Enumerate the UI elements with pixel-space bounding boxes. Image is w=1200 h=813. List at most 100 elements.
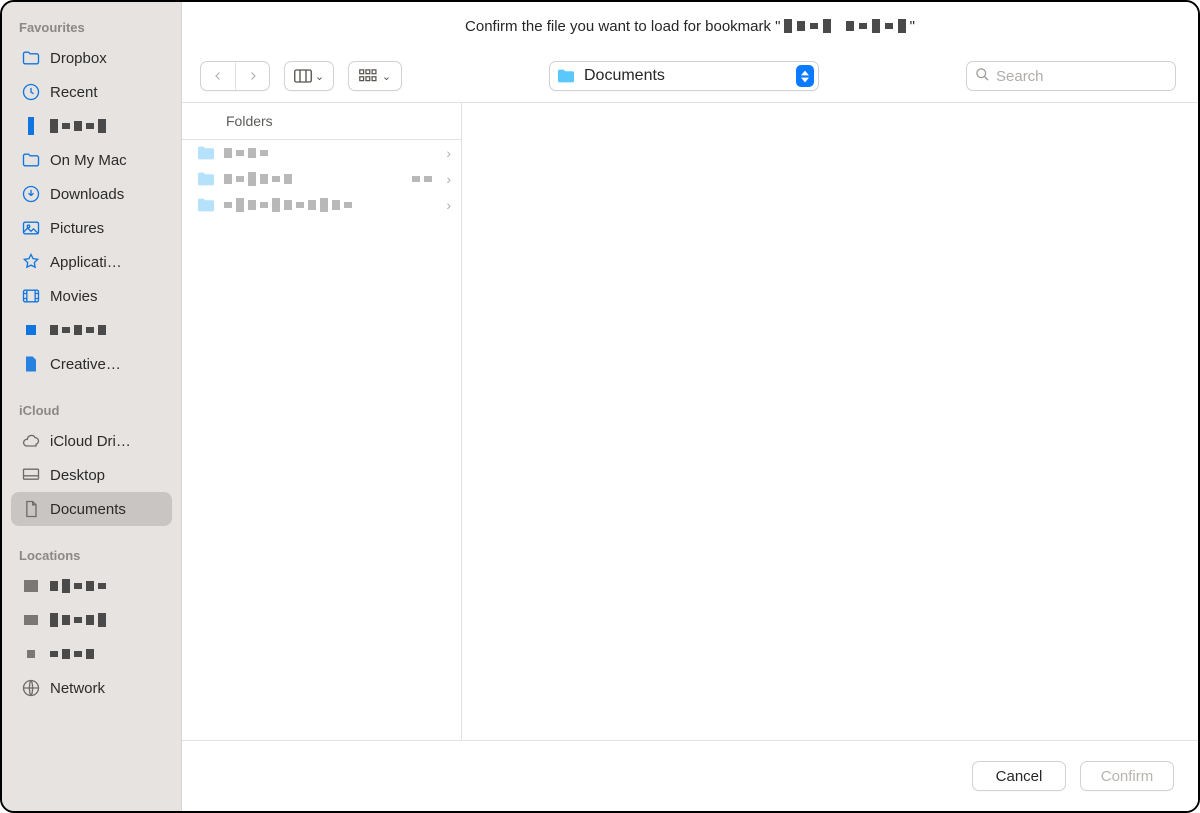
sidebar-item-pictures[interactable]: Pictures bbox=[11, 211, 172, 245]
sidebar-section-title: Locations bbox=[11, 544, 172, 569]
clock-icon bbox=[21, 82, 41, 102]
download-icon bbox=[21, 184, 41, 204]
folder-row[interactable]: › bbox=[182, 140, 461, 166]
search-input[interactable] bbox=[996, 68, 1167, 85]
sidebar-item-icloud-drive[interactable]: iCloud Dri… bbox=[11, 424, 172, 458]
cloud-icon bbox=[21, 431, 41, 451]
sidebar-item-label: Movies bbox=[50, 288, 162, 305]
folder-icon bbox=[196, 171, 216, 187]
group-by-button[interactable]: ⌄ bbox=[348, 61, 402, 91]
redacted-icon bbox=[21, 576, 41, 596]
back-button[interactable] bbox=[201, 62, 235, 90]
sidebar-item-label: Pictures bbox=[50, 220, 162, 237]
movies-icon bbox=[21, 286, 41, 306]
desktop-icon bbox=[21, 465, 41, 485]
redacted-icon bbox=[21, 610, 41, 630]
sidebar-item-documents[interactable]: Documents bbox=[11, 492, 172, 526]
sidebar-item-recent[interactable]: Recent bbox=[11, 75, 172, 109]
sidebar-item-label: Network bbox=[50, 680, 162, 697]
sidebar-item-label: Downloads bbox=[50, 186, 162, 203]
chevron-right-icon: › bbox=[446, 197, 451, 213]
sidebar-item-label bbox=[50, 647, 162, 661]
sidebar-item-label: Applicati… bbox=[50, 254, 162, 271]
sidebar-section-locations: Locations bbox=[11, 544, 172, 705]
toolbar: ⌄ ⌄ Documents bbox=[182, 50, 1198, 102]
folder-icon bbox=[196, 145, 216, 161]
sidebar-item-downloads[interactable]: Downloads bbox=[11, 177, 172, 211]
sidebar-item-redacted[interactable] bbox=[11, 109, 172, 143]
sidebar-section-title: iCloud bbox=[11, 399, 172, 424]
sidebar-item-label: Creative… bbox=[50, 356, 162, 373]
chevron-right-icon: › bbox=[446, 171, 451, 187]
file-dialog-window: Favourites Dropbox Recent bbox=[0, 0, 1200, 813]
folder-row-label bbox=[224, 172, 404, 186]
folder-icon bbox=[556, 68, 576, 84]
chevron-down-icon: ⌄ bbox=[315, 70, 324, 83]
forward-button[interactable] bbox=[235, 62, 269, 90]
sidebar-item-redacted[interactable] bbox=[11, 313, 172, 347]
confirm-button[interactable]: Confirm bbox=[1080, 761, 1174, 791]
sidebar-item-redacted[interactable] bbox=[11, 569, 172, 603]
column-empty bbox=[462, 103, 1198, 740]
redacted-icon bbox=[21, 320, 41, 340]
sidebar-section-icloud: iCloud iCloud Dri… Desktop Documents bbox=[11, 399, 172, 526]
sidebar-item-applications[interactable]: Applicati… bbox=[11, 245, 172, 279]
document-icon bbox=[21, 499, 41, 519]
title-prefix: Confirm the file you want to load for bo… bbox=[465, 18, 780, 35]
folder-row-label bbox=[224, 198, 438, 212]
sidebar-item-label: On My Mac bbox=[50, 152, 162, 169]
sidebar-item-redacted[interactable] bbox=[11, 603, 172, 637]
title-suffix: " bbox=[910, 18, 915, 35]
sidebar-item-label: Documents bbox=[50, 501, 162, 518]
column-header: Folders bbox=[182, 103, 461, 140]
path-label: Documents bbox=[584, 67, 788, 85]
grid-group-icon: ⌄ bbox=[349, 62, 401, 90]
path-popup[interactable]: Documents bbox=[549, 61, 819, 91]
sidebar-item-on-my-mac[interactable]: On My Mac bbox=[11, 143, 172, 177]
folder-row[interactable]: › bbox=[182, 192, 461, 218]
sidebar-item-label: Dropbox bbox=[50, 50, 162, 67]
search-icon bbox=[975, 67, 990, 86]
sidebar-item-label bbox=[50, 579, 162, 593]
sidebar-section-title: Favourites bbox=[11, 16, 172, 41]
folder-icon bbox=[21, 48, 41, 68]
applications-icon bbox=[21, 252, 41, 272]
folder-icon bbox=[21, 150, 41, 170]
columns-view-icon: ⌄ bbox=[285, 62, 333, 90]
pictures-icon bbox=[21, 218, 41, 238]
dialog-footer: Cancel Confirm bbox=[182, 741, 1198, 811]
sidebar-item-label bbox=[50, 613, 162, 627]
folder-row-label bbox=[224, 146, 438, 160]
title-bookmark-redacted bbox=[784, 19, 905, 33]
nav-segmented bbox=[200, 61, 270, 91]
redacted-icon bbox=[21, 116, 41, 136]
sidebar-item-label: Recent bbox=[50, 84, 162, 101]
column-browser: Folders › bbox=[182, 102, 1198, 741]
sidebar-item-network[interactable]: Network bbox=[11, 671, 172, 705]
sidebar-item-redacted[interactable] bbox=[11, 637, 172, 671]
view-columns-button[interactable]: ⌄ bbox=[284, 61, 334, 91]
sidebar-item-label: iCloud Dri… bbox=[50, 433, 162, 450]
sidebar-section-favourites: Favourites Dropbox Recent bbox=[11, 16, 172, 381]
sidebar-item-desktop[interactable]: Desktop bbox=[11, 458, 172, 492]
search-field[interactable] bbox=[966, 61, 1176, 91]
redacted-icon bbox=[21, 644, 41, 664]
column-folders: Folders › bbox=[182, 103, 462, 740]
document-icon bbox=[21, 354, 41, 374]
path-stepper-icon bbox=[796, 65, 814, 87]
sidebar-item-creative[interactable]: Creative… bbox=[11, 347, 172, 381]
sidebar-item-label bbox=[50, 323, 162, 337]
folder-row-meta bbox=[412, 172, 432, 186]
folder-icon bbox=[196, 197, 216, 213]
sidebar-item-dropbox[interactable]: Dropbox bbox=[11, 41, 172, 75]
sidebar-item-label: Desktop bbox=[50, 467, 162, 484]
network-icon bbox=[21, 678, 41, 698]
dialog-title: Confirm the file you want to load for bo… bbox=[182, 2, 1198, 50]
sidebar: Favourites Dropbox Recent bbox=[2, 2, 182, 811]
chevron-down-icon: ⌄ bbox=[382, 70, 391, 83]
folder-row[interactable]: › bbox=[182, 166, 461, 192]
sidebar-item-label bbox=[50, 119, 162, 133]
chevron-right-icon: › bbox=[446, 145, 451, 161]
cancel-button[interactable]: Cancel bbox=[972, 761, 1066, 791]
sidebar-item-movies[interactable]: Movies bbox=[11, 279, 172, 313]
